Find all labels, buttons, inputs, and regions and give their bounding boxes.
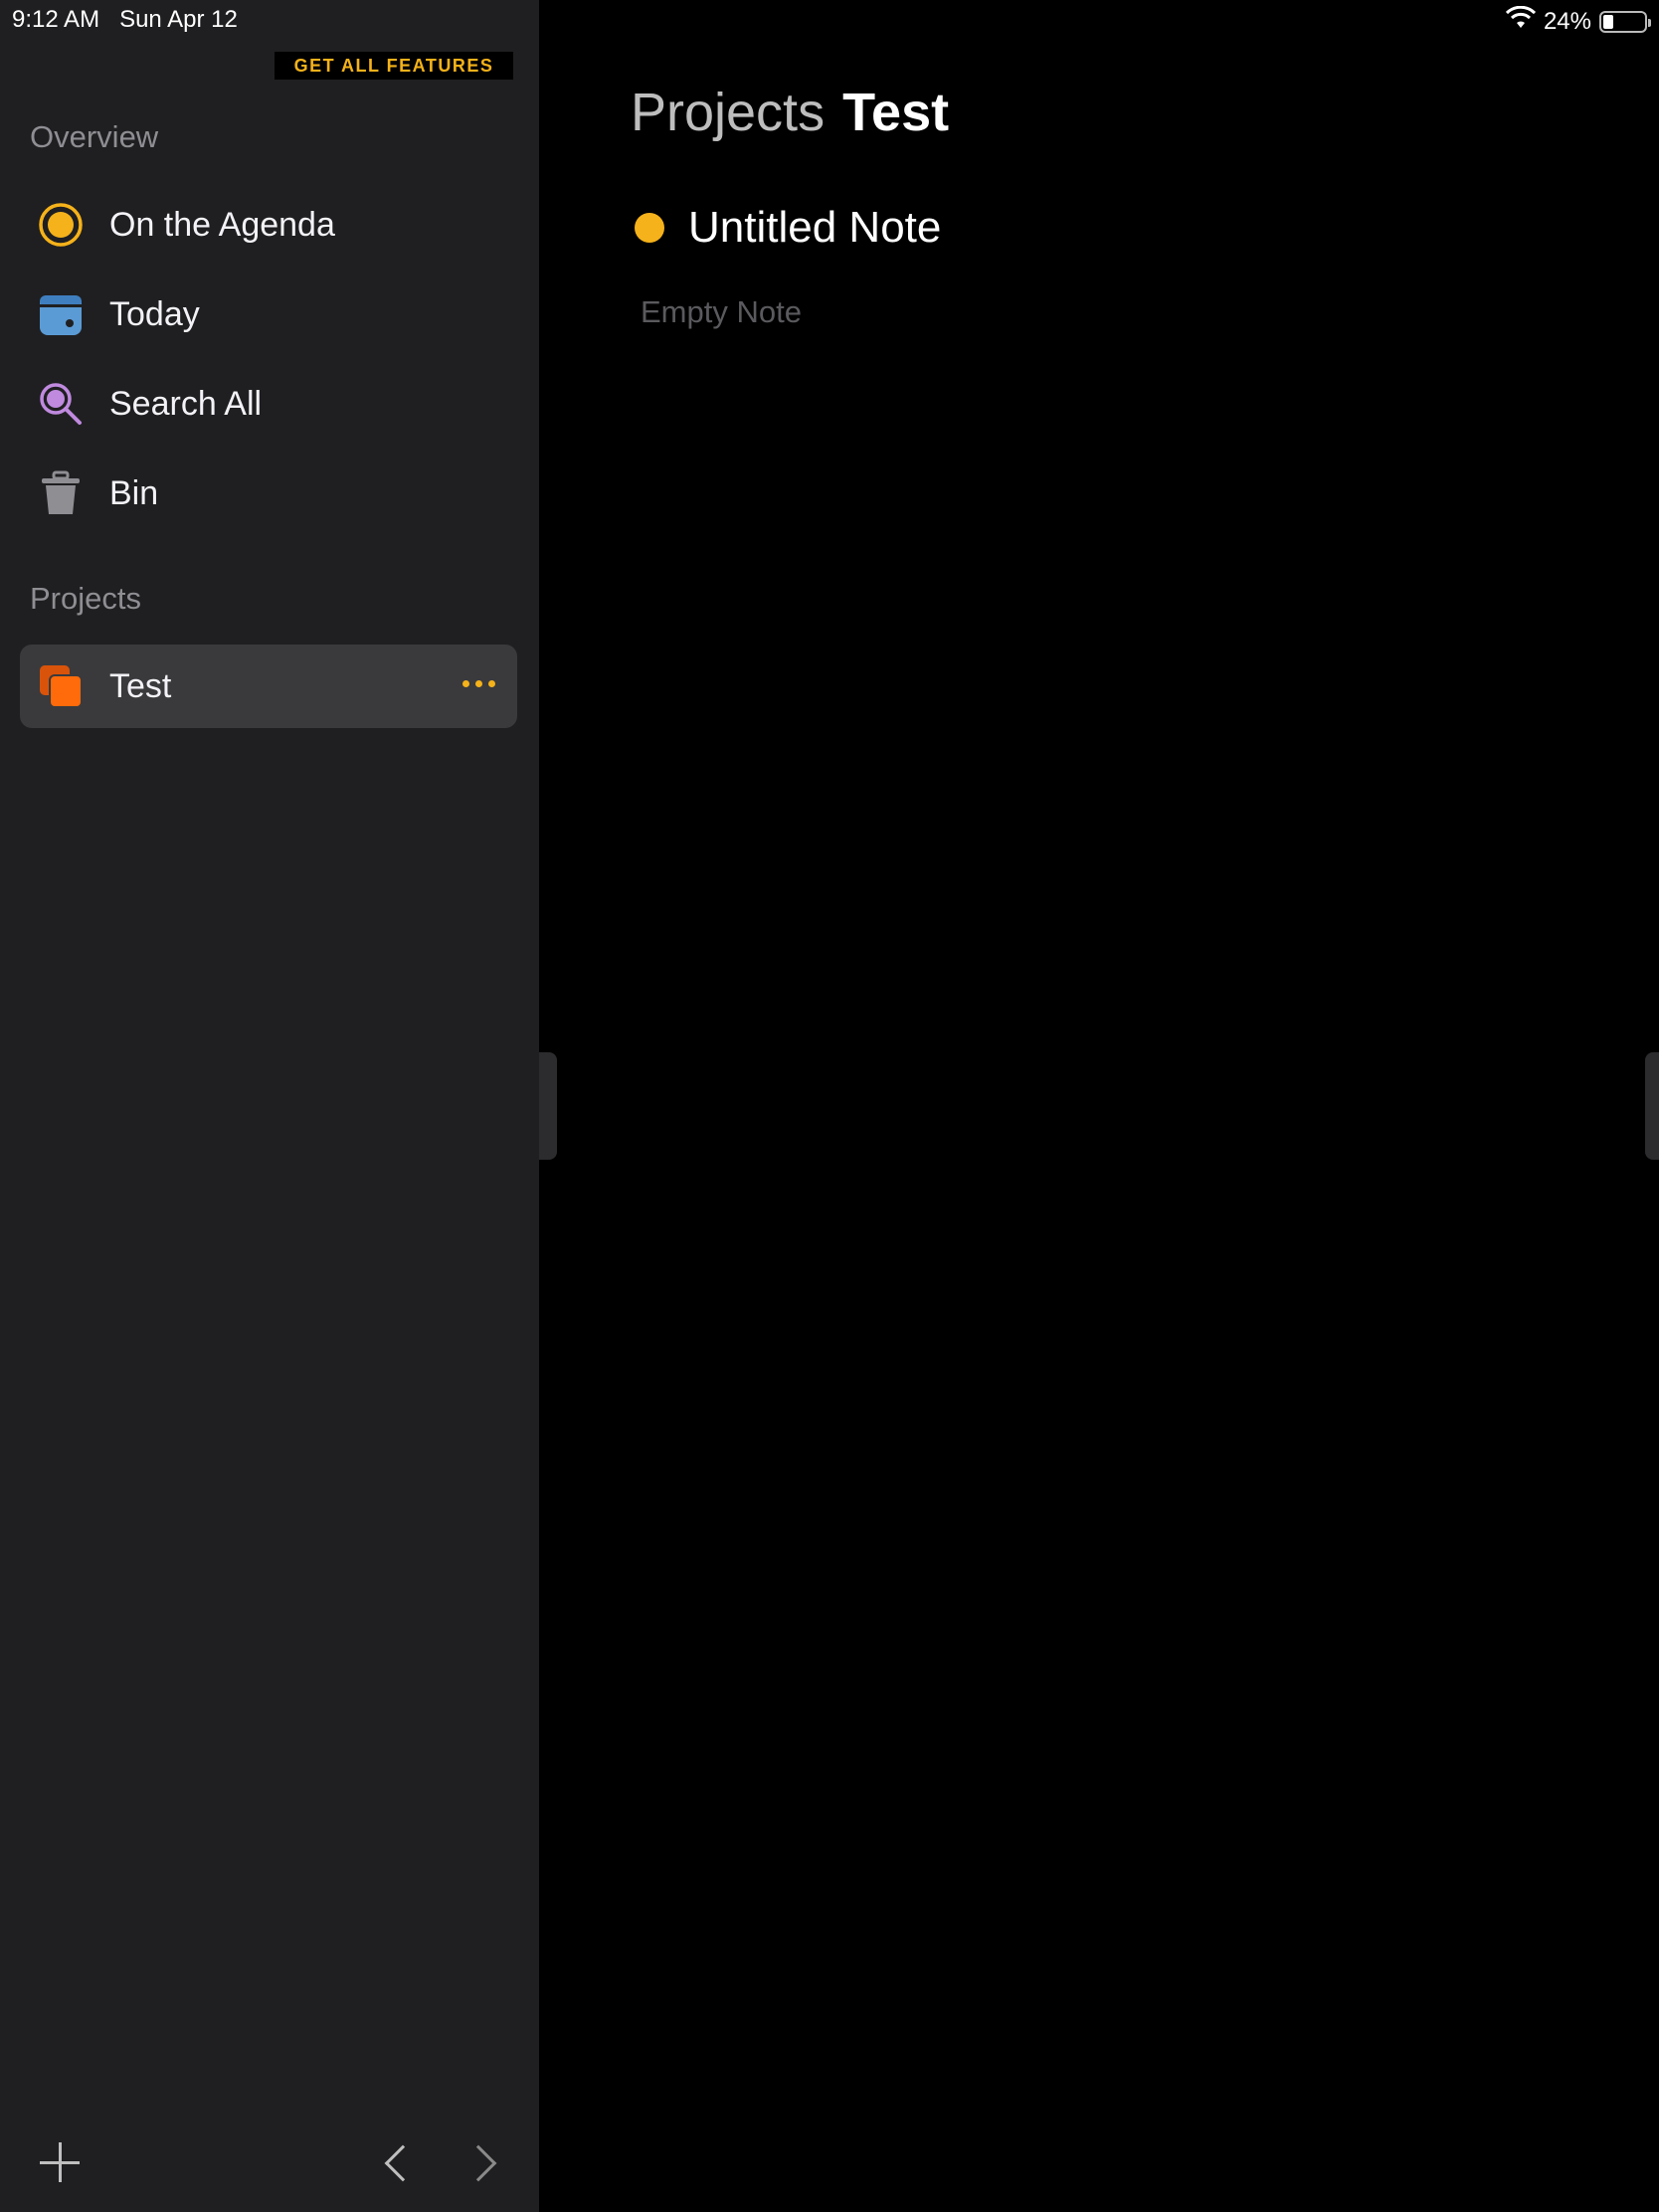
breadcrumb: Projects Test <box>631 82 949 143</box>
breadcrumb-parent[interactable]: Projects <box>631 83 825 142</box>
sidebar-item-search-all[interactable]: Search All <box>20 362 517 446</box>
forward-chevron-icon[interactable] <box>460 2144 497 2182</box>
sidebar: GET ALL FEATURES Overview On the Agenda … <box>0 0 539 2212</box>
note-list-item[interactable]: Untitled Note <box>635 203 941 253</box>
split-view-handle-left[interactable] <box>539 1052 557 1160</box>
sidebar-item-label: Search All <box>109 384 263 423</box>
sidebar-item-project-test[interactable]: Test <box>20 645 517 728</box>
more-options-icon[interactable] <box>462 680 495 687</box>
sidebar-item-on-the-agenda[interactable]: On the Agenda <box>20 183 517 267</box>
sidebar-item-label: Today <box>109 294 200 333</box>
sidebar-item-label: Bin <box>109 473 159 512</box>
agenda-icon <box>38 202 84 248</box>
add-icon[interactable] <box>40 2142 80 2182</box>
battery-icon <box>1599 10 1651 33</box>
sidebar-toolbar <box>0 2113 539 2212</box>
status-indicators: 24% <box>1505 5 1651 37</box>
wifi-icon <box>1505 5 1537 37</box>
note-title[interactable]: Untitled Note <box>688 203 941 253</box>
note-status-dot-icon <box>635 213 664 243</box>
page-title: Test <box>842 83 950 142</box>
sidebar-item-label: Test <box>109 666 172 705</box>
main-content: Projects Test Untitled Note Empty Note <box>539 0 1659 2212</box>
split-view-handle-right[interactable] <box>1645 1052 1659 1160</box>
sidebar-item-bin[interactable]: Bin <box>20 452 517 535</box>
status-bar: 9:12 AM Sun Apr 12 24% <box>0 0 1659 40</box>
trash-icon <box>38 470 84 516</box>
search-icon <box>38 381 84 427</box>
overview-section-label: Overview <box>30 119 159 154</box>
status-time: 9:12 AM Sun Apr 12 <box>12 6 238 33</box>
note-preview[interactable]: Empty Note <box>641 294 802 330</box>
calendar-icon <box>38 291 84 337</box>
projects-section-label: Projects <box>30 581 141 616</box>
get-all-features-button[interactable]: GET ALL FEATURES <box>275 52 513 80</box>
project-icon <box>38 663 84 709</box>
sidebar-item-label: On the Agenda <box>109 205 335 244</box>
sidebar-item-today[interactable]: Today <box>20 273 517 356</box>
back-chevron-icon[interactable] <box>384 2144 422 2182</box>
battery-percent: 24% <box>1543 7 1591 35</box>
